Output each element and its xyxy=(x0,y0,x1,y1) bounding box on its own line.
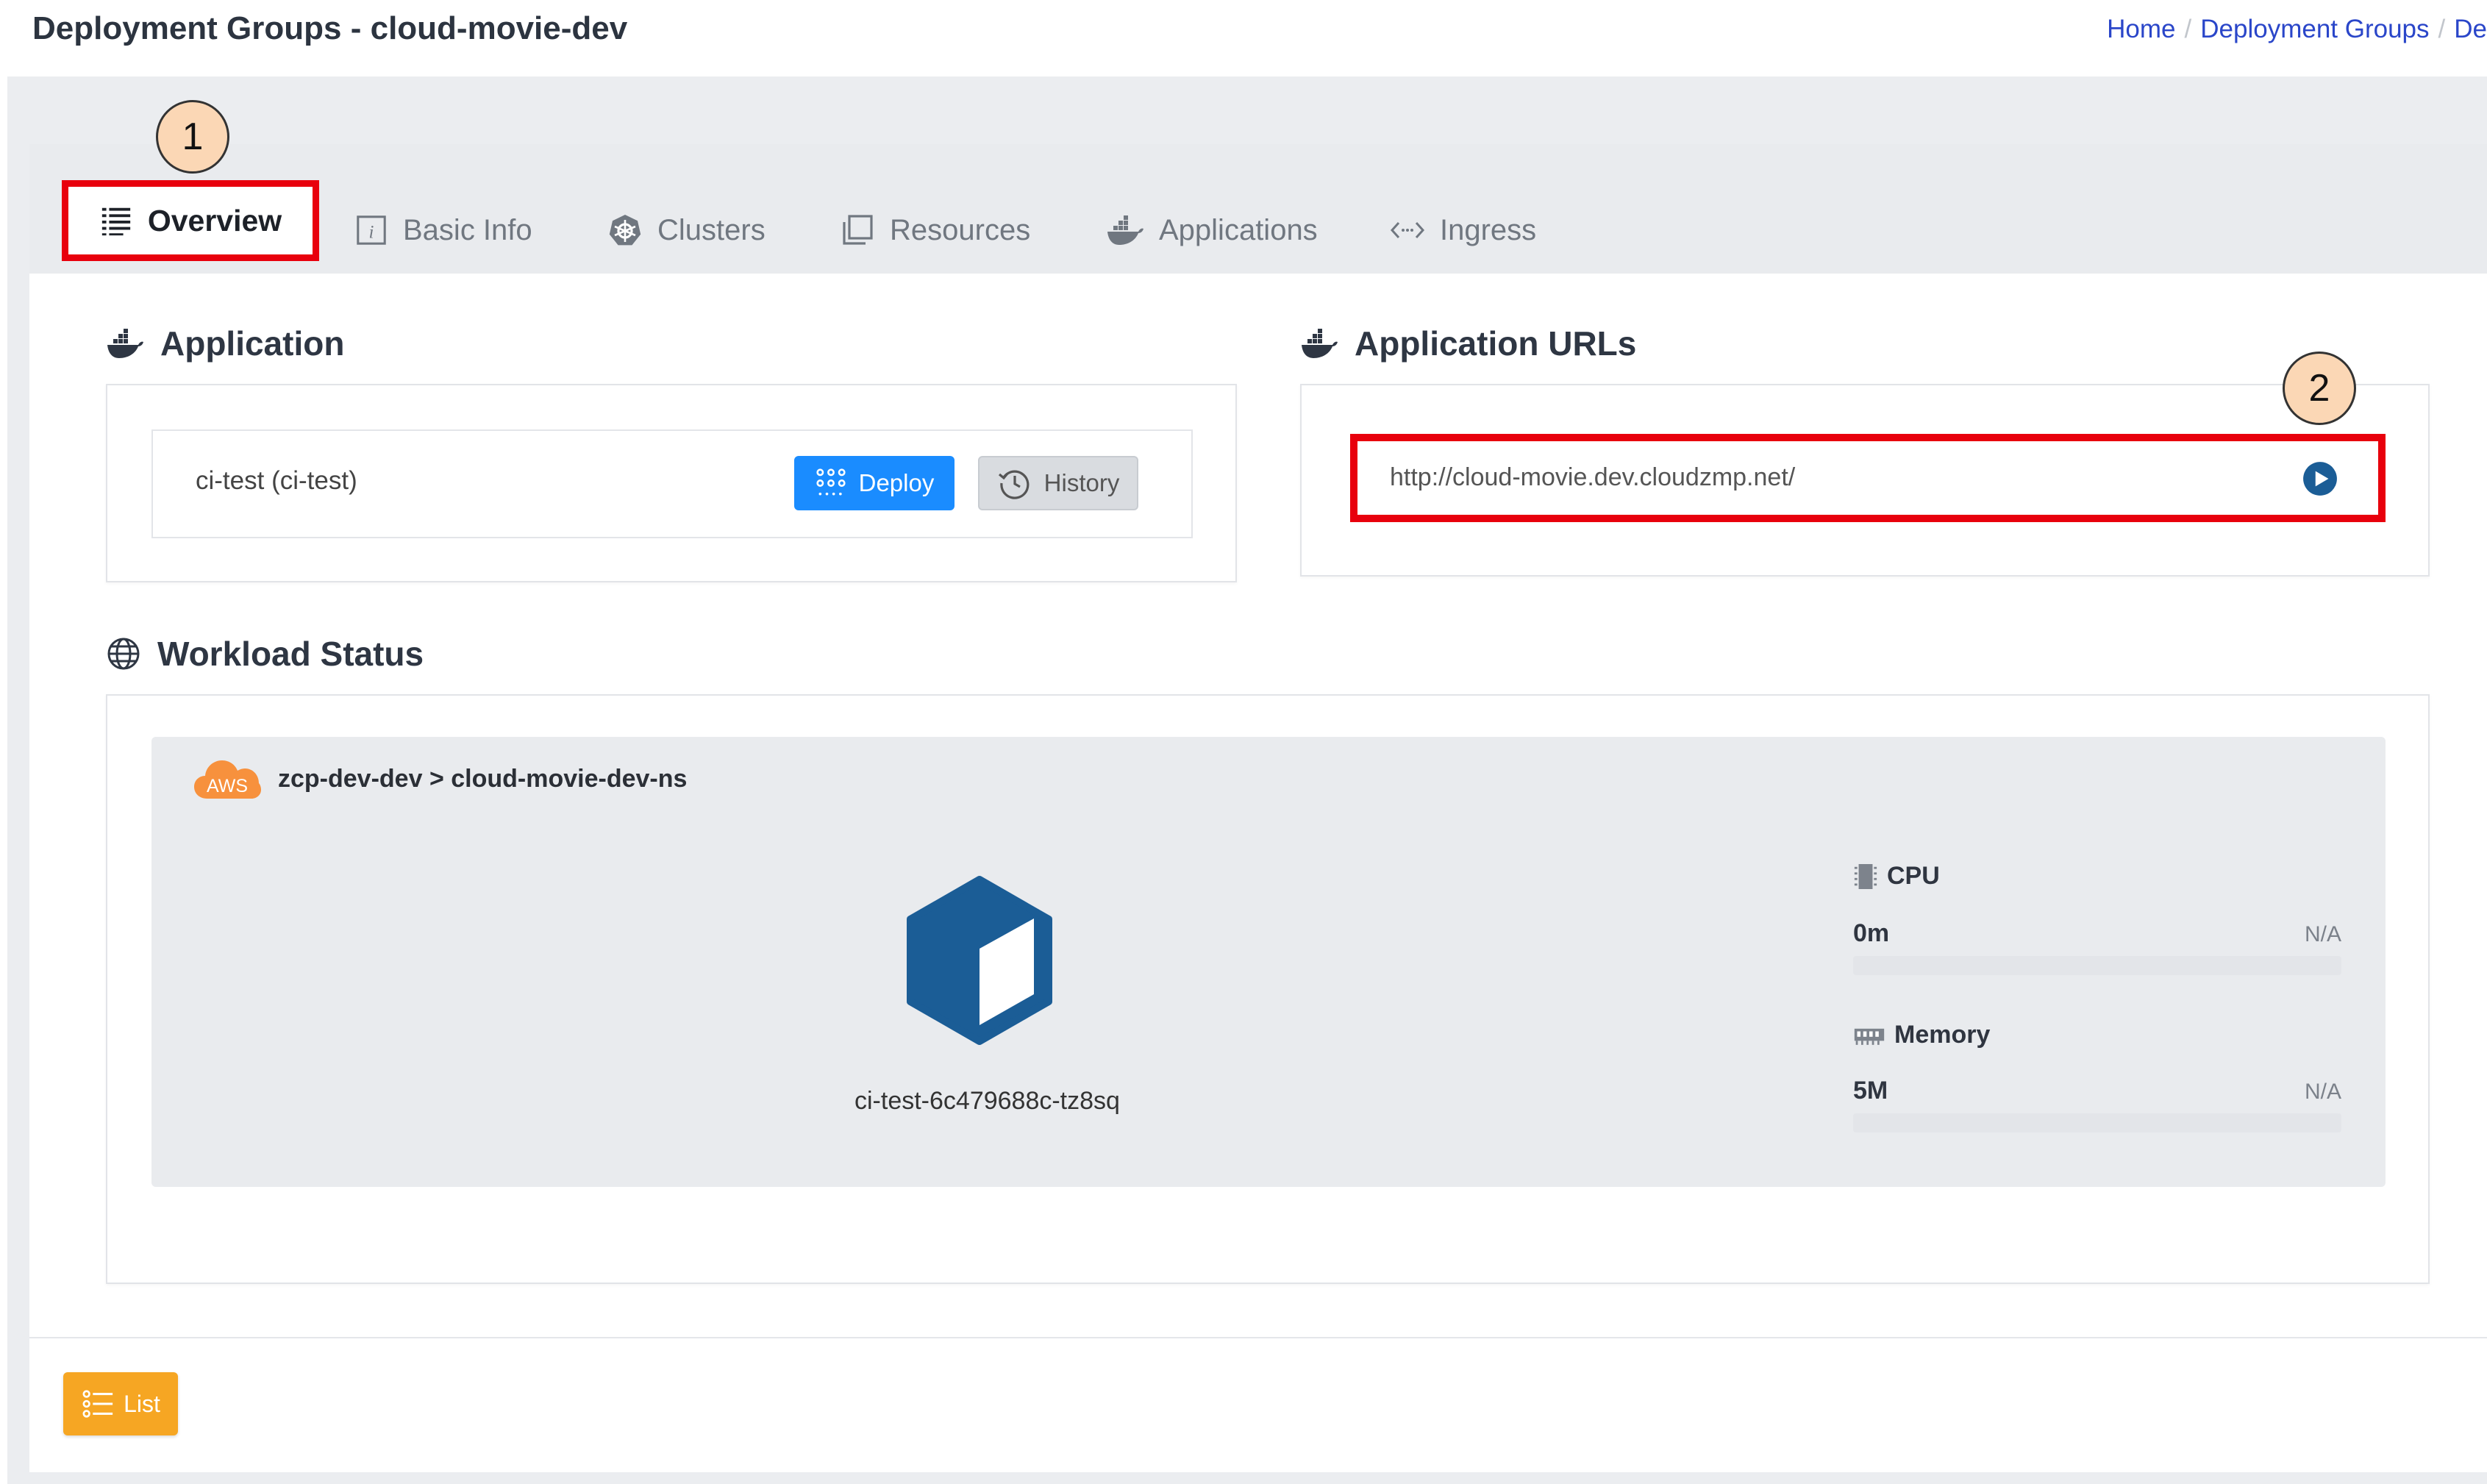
footer-divider xyxy=(29,1337,2487,1338)
chip-icon xyxy=(1854,863,1877,889)
tab-ingress-label: Ingress xyxy=(1440,213,1537,246)
breadcrumb: Home / Deployment Groups / De xyxy=(2107,15,2487,44)
application-name: ci-test (ci-test) xyxy=(196,466,357,495)
tab-clusters-label: Clusters xyxy=(657,213,766,246)
history-button[interactable]: History xyxy=(978,456,1138,510)
grid-dots-icon xyxy=(816,468,846,496)
application-heading: Application xyxy=(106,324,344,363)
copy-icon xyxy=(843,215,873,245)
application-urls-heading: Application URLs xyxy=(1300,324,1636,363)
history-icon xyxy=(998,470,1030,499)
docker-icon xyxy=(1302,329,1338,358)
tab-overview-label: Overview xyxy=(147,203,282,238)
globe-icon xyxy=(107,638,140,670)
namespace-path: zcp-dev-dev > cloud-movie-dev-ns xyxy=(278,765,688,793)
memory-icon xyxy=(1854,1028,1885,1045)
application-url-link[interactable]: http://cloud-movie.dev.cloudzmp.net/ xyxy=(1390,463,1795,492)
breadcrumb-separator: / xyxy=(2184,15,2192,43)
svg-text:i: i xyxy=(369,223,374,243)
workload-status-heading-label: Workload Status xyxy=(157,635,424,673)
breadcrumb-separator: / xyxy=(2438,15,2446,43)
pod-cube-icon[interactable] xyxy=(900,872,1059,1052)
history-button-label: History xyxy=(1043,469,1120,496)
cpu-value: 0m xyxy=(1853,919,1890,947)
application-heading-label: Application xyxy=(160,324,345,363)
breadcrumb-home[interactable]: Home xyxy=(2107,15,2175,44)
breadcrumb-deployment-groups[interactable]: Deployment Groups xyxy=(2200,15,2429,44)
docker-icon xyxy=(107,329,143,358)
annotation-marker-2: 2 xyxy=(2283,352,2356,425)
memory-label: Memory xyxy=(1894,1021,1991,1049)
pod-name: ci-test-6c479688c-tz8sq xyxy=(854,1087,1120,1115)
play-circle-icon[interactable] xyxy=(2302,460,2338,497)
info-icon: i xyxy=(357,215,386,245)
application-urls-heading-label: Application URLs xyxy=(1355,324,1637,363)
annotation-marker-1: 1 xyxy=(156,100,229,174)
tab-overview[interactable]: Overview xyxy=(62,180,319,261)
tab-basic-info-label: Basic Info xyxy=(403,213,532,246)
list-button-label: List xyxy=(124,1390,160,1417)
deploy-button-label: Deploy xyxy=(858,469,935,496)
cpu-limit: N/A xyxy=(2304,922,2341,946)
tab-applications[interactable]: Applications xyxy=(1106,206,1318,254)
page-title: Deployment Groups - cloud-movie-dev xyxy=(32,10,628,46)
cpu-label: CPU xyxy=(1887,862,1940,890)
deploy-button[interactable]: Deploy xyxy=(794,456,955,510)
cpu-usage-bar xyxy=(1853,956,2341,975)
tab-applications-label: Applications xyxy=(1159,213,1318,246)
code-arrows-icon xyxy=(1390,221,1425,239)
list-numbered-icon xyxy=(82,1390,113,1418)
list-button[interactable]: List xyxy=(63,1372,178,1435)
aws-cloud-icon: AWS xyxy=(194,760,261,799)
breadcrumb-current[interactable]: De xyxy=(2454,15,2487,44)
tab-basic-info[interactable]: i Basic Info xyxy=(354,206,532,254)
docker-icon xyxy=(1107,215,1143,245)
memory-value: 5M xyxy=(1853,1077,1888,1105)
kubernetes-icon xyxy=(609,215,641,246)
memory-limit: N/A xyxy=(2304,1080,2341,1104)
list-icon xyxy=(101,207,130,236)
cpu-metric-title: CPU xyxy=(1853,862,1940,891)
aws-badge-text: AWS xyxy=(207,776,248,796)
memory-metric-title: Memory xyxy=(1853,1021,1990,1049)
tab-resources-label: Resources xyxy=(890,213,1031,246)
tab-ingress[interactable]: Ingress xyxy=(1390,206,1536,254)
tab-clusters[interactable]: Clusters xyxy=(607,206,766,254)
memory-usage-bar xyxy=(1853,1113,2341,1132)
tab-resources[interactable]: Resources xyxy=(840,206,1030,254)
workload-status-heading: Workload Status xyxy=(106,634,424,674)
